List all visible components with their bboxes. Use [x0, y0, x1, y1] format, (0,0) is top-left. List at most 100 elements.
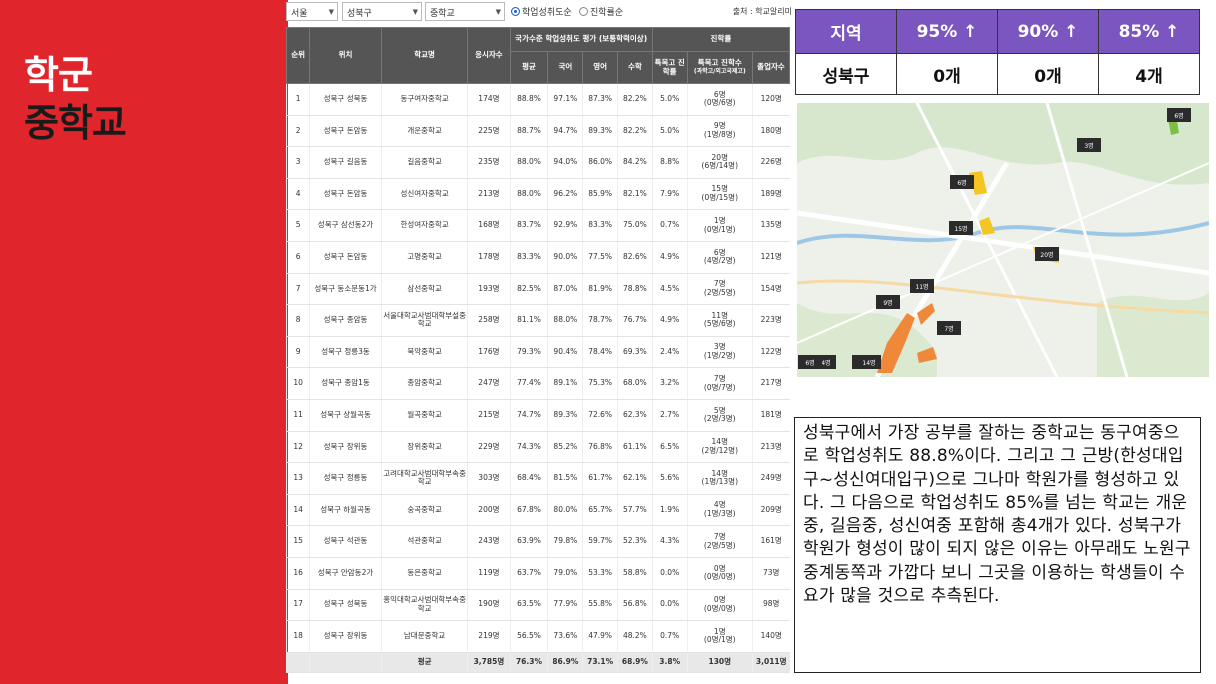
cell-special-count-detail: (0명/15명): [701, 193, 739, 203]
map-marker[interactable]: 20명: [1035, 247, 1059, 261]
col-header-school: 학교명: [380, 27, 469, 84]
school-type-select[interactable]: 중학교 ▼: [425, 2, 505, 21]
cell-loc: 성북구 종암1동: [309, 367, 382, 400]
cell-school: 길음중학교: [380, 146, 468, 179]
cell-math: 75.0%: [617, 209, 653, 242]
cell-math: 62.1%: [617, 462, 653, 495]
cell-special-count-detail: (1명/8명): [703, 129, 736, 139]
cell-math: 82.2%: [617, 83, 653, 116]
map-marker[interactable]: 3명: [1077, 138, 1101, 152]
cell-special-count: 14명 (1명/13명): [686, 462, 753, 495]
col-header-examinees: 응시자수: [467, 27, 511, 84]
map-marker[interactable]: 6명: [950, 175, 974, 189]
cell-grad: 209명: [751, 494, 790, 527]
cell-empty: [309, 652, 382, 673]
cell-kor: 79.0%: [547, 557, 583, 590]
cell-loc: 성북구 돈암동: [309, 241, 382, 274]
cell-avg: 63.7%: [509, 557, 548, 590]
cell-eng: 83.3%: [582, 209, 618, 242]
cell-school: 장위중학교: [380, 431, 468, 464]
cell-avg: 88.7%: [509, 115, 548, 148]
cell-exam: 243명: [467, 525, 510, 558]
district-map[interactable]: 6명3명6명15명20명11명9명7명14명12명6명14명: [797, 103, 1209, 377]
map-marker-label: 11명: [915, 283, 928, 291]
cell-special-count-detail: (1명/2명): [703, 351, 736, 361]
map-marker-label: 20명: [1040, 251, 1053, 259]
cell-math: 58.8%: [617, 557, 653, 590]
cell-school: 홍익대학교사범대학부속중학교: [380, 589, 468, 622]
cell-math: 48.2%: [617, 620, 653, 653]
cell-exam: 176명: [467, 336, 510, 369]
city-select[interactable]: 서울 ▼: [286, 2, 338, 21]
stats-header-95: 95% ↑: [896, 9, 998, 54]
cell-math: 84.2%: [617, 146, 653, 179]
cell-rank: 5: [285, 209, 310, 242]
map-marker[interactable]: 11명: [910, 279, 934, 293]
cell-eng: 65.7%: [582, 494, 618, 527]
cell-rate: 8.8%: [651, 146, 688, 179]
table-row: 10 성북구 종암1동 종암중학교 247명 77.4% 89.1% 75.3% 68.0% 3…: [285, 367, 790, 400]
cell-special-count-detail: (2명/12명): [701, 445, 739, 455]
cell-rank: 13: [285, 462, 310, 495]
map-marker[interactable]: 7명: [937, 321, 961, 335]
cell-special-count-detail: (1명/3명): [703, 509, 736, 519]
cell-avg-rate: 3.8%: [651, 652, 688, 673]
cell-special-count-detail: (0명/1명): [703, 635, 736, 645]
map-marker[interactable]: 6명: [1167, 108, 1191, 122]
table-row: 9 성북구 정릉3동 북악중학교 176명 79.3% 90.4% 78.4% 69.3% 2.…: [285, 336, 790, 369]
cell-school: 성신여자중학교: [380, 178, 468, 211]
map-marker[interactable]: 6명: [798, 355, 822, 369]
col-header-avg: 평균: [509, 51, 549, 84]
cell-special-count-detail: (6명/14명): [701, 161, 739, 171]
school-ranking-table: 순위 위치 학교명 응시자수 국가수준 학업성취도 평가 (보통학력이상) 진학…: [285, 27, 791, 673]
map-marker[interactable]: 15명: [949, 221, 973, 235]
table-row: 2 성북구 돈암동 개운중학교 225명 88.7% 94.7% 89.3% 82.2% 5.0…: [285, 115, 790, 148]
sort-radio-advance[interactable]: 진학률순: [579, 5, 623, 18]
map-marker[interactable]: 14명: [857, 355, 881, 369]
table-row: 15 성북구 석관동 석관중학교 243명 63.9% 79.8% 59.7% 52.3% 4.…: [285, 525, 790, 558]
cell-rate: 2.4%: [651, 336, 688, 369]
cell-school: 서울대학교사범대학부설중학교: [380, 304, 468, 337]
cell-rank: 4: [285, 178, 310, 211]
map-marker[interactable]: 9명: [876, 295, 900, 309]
cell-eng: 78.7%: [582, 304, 618, 337]
cell-kor: 81.5%: [547, 462, 583, 495]
cell-special-count: 7명 (2명/5명): [686, 525, 753, 558]
cell-loc: 성북구 성북동: [309, 589, 382, 622]
cell-exam: 178명: [467, 241, 510, 274]
cell-special-count: 9명 (1명/8명): [686, 115, 753, 148]
district-select[interactable]: 성북구 ▼: [342, 2, 422, 21]
cell-eng: 87.3%: [582, 83, 618, 116]
sort-radio-achievement[interactable]: 학업성취도순: [511, 5, 572, 18]
cell-eng: 55.8%: [582, 589, 618, 622]
cell-eng: 81.9%: [582, 273, 618, 306]
cell-avg-math: 68.9%: [617, 652, 653, 673]
filter-bar: 서울 ▼ 성북구 ▼ 중학교 ▼ 학업성취도순 진학률순 출처 : 학교알리미: [286, 2, 794, 22]
cell-exam: 119명: [467, 557, 510, 590]
cell-math: 82.1%: [617, 178, 653, 211]
cell-math: 52.3%: [617, 525, 653, 558]
cell-special-count-detail: (1명/13명): [701, 477, 739, 487]
description-text: 성북구에서 가장 공부를 잘하는 중학교는 동구여중으로 학업성취도 88.8%…: [794, 417, 1201, 673]
cell-math: 82.2%: [617, 115, 653, 148]
cell-special-count-detail: (2명/5명): [703, 287, 736, 297]
cell-eng: 75.3%: [582, 367, 618, 400]
cell-rank: 7: [285, 273, 310, 306]
cell-school: 숭곡중학교: [380, 494, 468, 527]
table-row: 12 성북구 장위동 장위중학교 229명 74.3% 85.2% 76.8% 61.1% 6.…: [285, 431, 790, 464]
col-header-special-count-sub: (과학고/외고국제고): [693, 68, 746, 76]
cell-eng: 86.0%: [582, 146, 618, 179]
table-row: 5 성북구 삼선동2가 한성여자중학교 168명 83.7% 92.9% 83.3% 75.0…: [285, 209, 790, 242]
chevron-down-icon: ▼: [495, 8, 501, 16]
cell-math: 56.8%: [617, 589, 653, 622]
cell-avg-label: 평균: [380, 652, 468, 673]
cell-kor: 97.1%: [547, 83, 583, 116]
cell-grad: 120명: [751, 83, 790, 116]
stats-value-region: 성북구: [795, 53, 897, 95]
cell-school: 개운중학교: [380, 115, 468, 148]
cell-empty: [285, 652, 310, 673]
cell-rate: 4.3%: [651, 525, 688, 558]
col-header-location: 위치: [309, 27, 382, 84]
cell-avg: 83.7%: [509, 209, 548, 242]
cell-kor: 89.3%: [547, 399, 583, 432]
